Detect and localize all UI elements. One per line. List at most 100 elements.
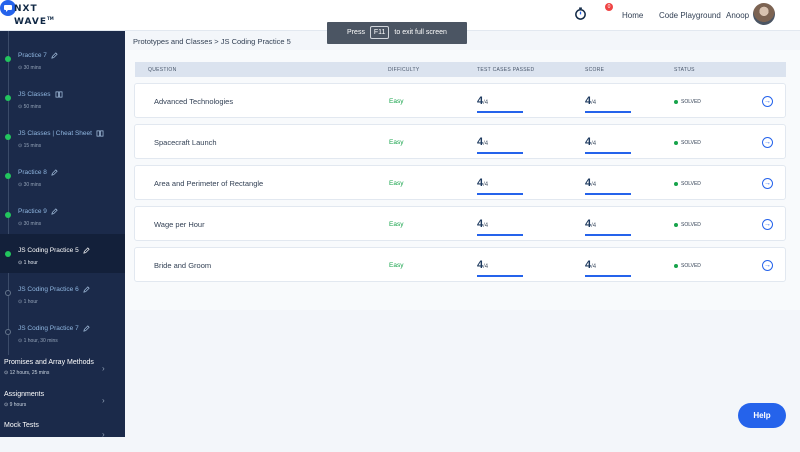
sidebar-item-duration: 15 mins — [23, 143, 42, 149]
logo-trademark: TM — [47, 16, 54, 21]
sidebar-item-label: JS Classes | Cheat Sheet — [18, 130, 92, 138]
test-cases-metric: 4/4 — [477, 214, 523, 236]
test-cases-total: /4 — [483, 100, 489, 106]
table-row[interactable]: Bride and Groom Easy 4/4 4/4 SOLVED → — [134, 247, 786, 282]
pencil-icon — [51, 169, 58, 176]
test-cases-total: /4 — [483, 264, 489, 270]
sidebar-item-duration: 30 mins — [23, 221, 42, 227]
progress-fill — [585, 234, 631, 236]
status-badge: SOLVED — [674, 181, 701, 187]
table-row[interactable]: Advanced Technologies Easy 4/4 4/4 SOLVED → — [134, 83, 786, 118]
test-cases-progress — [477, 234, 523, 236]
test-cases-total: /4 — [483, 141, 489, 147]
test-cases-metric: 4/4 — [477, 173, 523, 195]
module-title: Assignments — [4, 391, 45, 398]
progress-fill — [585, 152, 631, 154]
logo-line-2: WAVETM — [14, 16, 54, 27]
sidebar-item-practice-9[interactable]: Practice 9 ⊙ 30 mins — [0, 195, 125, 234]
column-header-question: QUESTION — [148, 67, 177, 73]
toast-text-after: to exit full screen — [394, 29, 447, 36]
sidebar-item-js-coding-practice-5[interactable]: JS Coding Practice 5 ⊙ 1 hour — [0, 234, 125, 273]
score-metric: 4/4 — [585, 91, 631, 113]
test-cases-progress — [477, 275, 523, 277]
help-button[interactable]: Help — [738, 403, 786, 428]
progress-fill — [477, 193, 523, 195]
score-total: /4 — [591, 141, 597, 147]
sidebar-item-label: JS Coding Practice 7 — [18, 325, 79, 333]
progress-fill — [477, 111, 523, 113]
sidebar-item-duration: 1 hour — [23, 260, 38, 266]
score-total: /4 — [591, 223, 597, 229]
sidebar-item-label: Practice 8 — [18, 169, 47, 177]
arrow-right-circle-icon[interactable]: → — [762, 96, 773, 107]
score-total: /4 — [591, 182, 597, 188]
table-row[interactable]: Spacecraft Launch Easy 4/4 4/4 SOLVED → — [134, 124, 786, 159]
status-badge: SOLVED — [674, 222, 701, 228]
score-progress — [585, 234, 631, 236]
sidebar-item-duration: 1 hour — [23, 299, 38, 305]
sidebar-item-js-coding-practice-7[interactable]: JS Coding Practice 7 ⊙ 1 hour, 30 mins — [0, 312, 125, 351]
avatar[interactable] — [753, 3, 775, 25]
score-progress — [585, 111, 631, 113]
sidebar-item-practice-8[interactable]: Practice 8 ⊙ 30 mins — [0, 156, 125, 195]
timer-icon[interactable] — [574, 7, 587, 20]
test-cases-metric: 4/4 — [477, 255, 523, 277]
table-row[interactable]: Area and Perimeter of Rectangle Easy 4/4 4/… — [134, 165, 786, 200]
column-header-status: STATUS — [674, 67, 695, 73]
column-header-test-cases: TEST CASES PASSED — [477, 67, 535, 73]
sidebar-item-practice-7[interactable]: Practice 7 ⊙ 30 mins — [0, 39, 125, 78]
test-cases-progress — [477, 193, 523, 195]
test-cases-total: /4 — [483, 223, 489, 229]
module-mock-tests[interactable]: Mock Tests › — [0, 422, 125, 452]
chevron-right-icon: › — [102, 396, 105, 405]
score-total: /4 — [591, 100, 597, 106]
breadcrumb[interactable]: Prototypes and Classes > JS Coding Pract… — [133, 37, 291, 46]
test-cases-progress — [477, 111, 523, 113]
logo-line-1: NXT — [14, 4, 38, 14]
completed-dot — [5, 134, 11, 140]
module-assignments[interactable]: Assignments ⊙ 9 hours › — [0, 391, 125, 421]
progress-fill — [477, 275, 523, 277]
user-name[interactable]: Anoop — [726, 11, 749, 20]
test-cases-progress — [477, 152, 523, 154]
sidebar-item-js-coding-practice-6[interactable]: JS Coding Practice 6 ⊙ 1 hour — [0, 273, 125, 312]
sidebar: Practice 7 ⊙ 30 mins JS Classes ⊙ 50 min… — [0, 31, 125, 439]
arrow-right-circle-icon[interactable]: → — [762, 260, 773, 271]
question-name[interactable]: Advanced Technologies — [154, 97, 233, 106]
sidebar-item-label: JS Coding Practice 6 — [18, 286, 79, 294]
completed-dot — [5, 95, 11, 101]
question-name[interactable]: Bride and Groom — [154, 261, 211, 270]
score-progress — [585, 275, 631, 277]
arrow-right-circle-icon[interactable]: → — [762, 137, 773, 148]
progress-fill — [585, 111, 631, 113]
question-name[interactable]: Spacecraft Launch — [154, 138, 217, 147]
book-icon — [55, 91, 62, 98]
pencil-icon — [83, 247, 90, 254]
sidebar-item-duration: 1 hour, 30 mins — [23, 338, 58, 344]
module-duration: 12 hours, 25 mins — [9, 370, 50, 376]
table-header: QUESTION DIFFICULTY TEST CASES PASSED SC… — [135, 62, 786, 77]
fullscreen-toast: Press F11 to exit full screen — [327, 22, 467, 44]
score-progress — [585, 152, 631, 154]
notification-badge: 0 — [605, 3, 613, 11]
score-metric: 4/4 — [585, 214, 631, 236]
status-badge: SOLVED — [674, 140, 701, 146]
sidebar-item-duration: 30 mins — [23, 182, 42, 188]
score-metric: 4/4 — [585, 173, 631, 195]
test-cases-total: /4 — [483, 182, 489, 188]
question-name[interactable]: Area and Perimeter of Rectangle — [154, 179, 263, 188]
arrow-right-circle-icon[interactable]: → — [762, 219, 773, 230]
nav-home-link[interactable]: Home — [622, 11, 643, 20]
nav-code-playground-link[interactable]: Code Playground — [659, 11, 721, 20]
sidebar-item-js-classes-cheat-sheet[interactable]: JS Classes | Cheat Sheet ⊙ 15 mins — [0, 117, 125, 156]
toast-key: F11 — [369, 26, 390, 39]
logo[interactable]: NXT WAVETM — [14, 4, 54, 27]
progress-fill — [477, 234, 523, 236]
question-name[interactable]: Wage per Hour — [154, 220, 205, 229]
module-promises-and-array-methods[interactable]: Promises and Array Methods ⊙ 12 hours, 2… — [0, 359, 125, 389]
table-row[interactable]: Wage per Hour Easy 4/4 4/4 SOLVED → — [134, 206, 786, 241]
arrow-right-circle-icon[interactable]: → — [762, 178, 773, 189]
sidebar-item-js-classes[interactable]: JS Classes ⊙ 50 mins — [0, 78, 125, 117]
score-metric: 4/4 — [585, 132, 631, 154]
status-badge: SOLVED — [674, 99, 701, 105]
